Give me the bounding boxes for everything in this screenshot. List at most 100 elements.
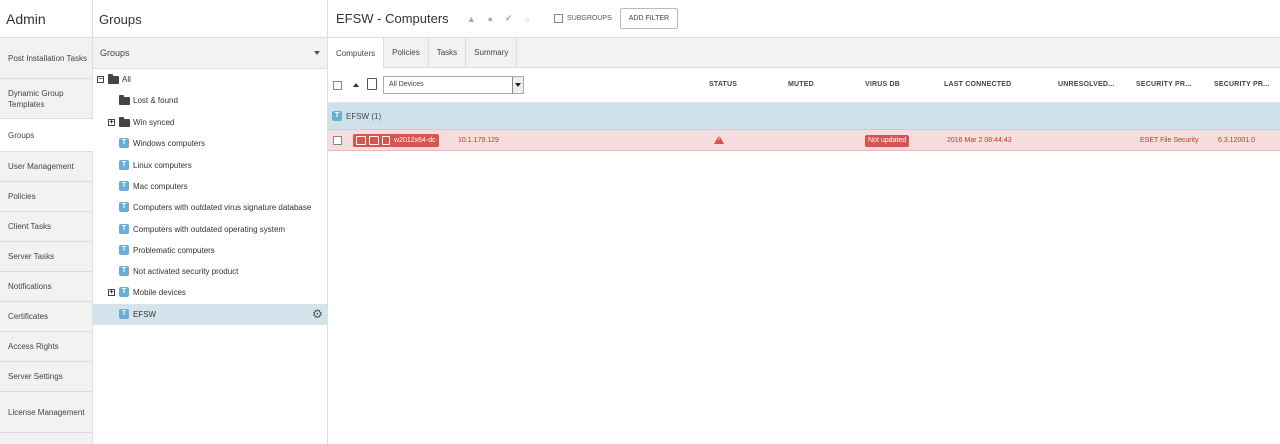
admin-item-dynamic-group-templates[interactable]: Dynamic Group Templates <box>0 79 92 119</box>
main-header: EFSW - Computers ▲ ● ✔ ○ SUBGROUPS ADD F… <box>328 0 1280 38</box>
admin-sidebar: Admin Post Installation Tasks Dynamic Gr… <box>0 0 93 444</box>
ok-filter-icon[interactable]: ✔ <box>505 13 513 24</box>
device-filter-select[interactable]: All Devices <box>383 76 524 94</box>
expand-icon[interactable]: + <box>108 119 115 126</box>
column-muted[interactable]: MUTED <box>788 81 814 88</box>
tree-node-label: All <box>122 75 131 84</box>
tree-node-lost-found[interactable]: Lost & found <box>93 90 328 111</box>
security-version-value: 6.3.12001.0 <box>1218 137 1255 144</box>
none-filter-icon[interactable]: ○ <box>525 14 530 24</box>
tree-node-label: EFSW <box>133 310 157 319</box>
page-title: EFSW - Computers <box>336 11 449 26</box>
tree-node-label: Mac computers <box>133 182 188 191</box>
group-row-label: EFSW (1) <box>346 111 382 121</box>
folder-icon <box>119 117 130 127</box>
tree-node-outdated-virus-db[interactable]: T Computers with outdated virus signatur… <box>93 197 328 218</box>
admin-item-groups[interactable]: Groups <box>0 119 93 152</box>
admin-item-certificates[interactable]: Certificates <box>0 302 92 332</box>
dynamic-group-icon: T <box>119 160 129 170</box>
column-security-product[interactable]: SECURITY PR... <box>1136 81 1192 88</box>
last-connected-value: 2016 Mar 2 08:44:43 <box>947 137 1012 144</box>
dynamic-group-icon: T <box>119 181 129 191</box>
device-type-icon[interactable] <box>367 78 377 90</box>
subgroups-toggle[interactable]: SUBGROUPS <box>554 14 612 23</box>
admin-item-access-rights[interactable]: Access Rights <box>0 332 92 362</box>
admin-item-policies[interactable]: Policies <box>0 182 92 212</box>
groups-tree-header-label: Groups <box>100 48 130 58</box>
dynamic-group-icon: T <box>119 266 129 276</box>
groups-panel: Groups Groups − All Lost & found + Win s… <box>93 0 328 444</box>
dynamic-group-icon: T <box>119 287 129 297</box>
info-filter-icon[interactable]: ● <box>488 14 493 24</box>
virus-db-badge: Not updated <box>865 135 910 147</box>
tree-node-label: Linux computers <box>133 161 192 170</box>
caret-down-icon[interactable] <box>314 51 320 55</box>
tree-node-windows-computers[interactable]: T Windows computers <box>93 133 328 154</box>
folder-icon <box>108 74 119 84</box>
tree-node-label: Mobile devices <box>133 288 186 297</box>
subgroups-label: SUBGROUPS <box>567 15 612 22</box>
tree-node-efsw[interactable]: T EFSW ⚙ <box>93 304 328 325</box>
tab-bar: Computers Policies Tasks Summary <box>328 38 1280 68</box>
expand-icon[interactable]: + <box>108 289 115 296</box>
row-checkbox[interactable] <box>333 136 342 145</box>
tree-node-label: Problematic computers <box>133 246 215 255</box>
admin-title: Admin <box>0 0 92 38</box>
chevron-down-icon[interactable] <box>512 77 523 93</box>
tree-node-label: Not activated security product <box>133 267 239 276</box>
tab-summary[interactable]: Summary <box>466 38 518 67</box>
tab-computers[interactable]: Computers <box>328 38 385 68</box>
add-filter-button[interactable]: ADD FILTER <box>619 8 679 29</box>
warning-icon <box>714 135 724 144</box>
column-unresolved[interactable]: UNRESOLVED... <box>1058 81 1115 88</box>
security-product-value: ESET File Security <box>1140 137 1199 144</box>
table-row[interactable]: w2012x64-dc 10.1.179.129 Not updated 201… <box>328 130 1280 151</box>
column-last-connected[interactable]: LAST CONNECTED <box>944 81 1011 88</box>
dynamic-group-icon: T <box>119 138 129 148</box>
admin-item-server-tasks[interactable]: Server Tasks <box>0 242 92 272</box>
admin-item-user-management[interactable]: User Management <box>0 152 92 182</box>
tree-node-mobile-devices[interactable]: + T Mobile devices <box>93 282 328 303</box>
admin-item-notifications[interactable]: Notifications <box>0 272 92 302</box>
column-security-version[interactable]: SECURITY PR... <box>1214 81 1270 88</box>
server-icon <box>369 136 379 145</box>
dynamic-group-icon: T <box>119 309 129 319</box>
column-status[interactable]: STATUS <box>709 81 737 88</box>
groups-panel-title: Groups <box>93 0 327 38</box>
admin-item-server-settings[interactable]: Server Settings <box>0 362 92 392</box>
main-content: EFSW - Computers ▲ ● ✔ ○ SUBGROUPS ADD F… <box>328 0 1280 444</box>
admin-item-client-tasks[interactable]: Client Tasks <box>0 212 92 242</box>
tree-node-all[interactable]: − All <box>93 69 328 90</box>
sort-ascending-icon[interactable] <box>353 83 359 87</box>
shield-icon <box>356 136 366 145</box>
warning-filter-icon[interactable]: ▲ <box>467 14 476 24</box>
device-badge[interactable]: w2012x64-dc <box>353 134 439 147</box>
dynamic-group-icon: T <box>119 224 129 234</box>
table-header: All Devices STATUS MUTED VIRUS DB LAST C… <box>328 68 1280 103</box>
tree-node-problematic-computers[interactable]: T Problematic computers <box>93 240 328 261</box>
dynamic-group-icon: T <box>119 245 129 255</box>
tree-node-win-synced[interactable]: + Win synced <box>93 112 328 133</box>
tree-node-mac-computers[interactable]: T Mac computers <box>93 176 328 197</box>
subgroups-checkbox[interactable] <box>554 14 564 23</box>
admin-item-license-management[interactable]: License Management <box>0 392 92 433</box>
tree-node-label: Windows computers <box>133 139 206 148</box>
tree-node-linux-computers[interactable]: T Linux computers <box>93 155 328 176</box>
tree-node-not-activated[interactable]: T Not activated security product <box>93 261 328 282</box>
admin-item-post-installation-tasks[interactable]: Post Installation Tasks <box>0 38 92 79</box>
collapse-icon[interactable]: − <box>97 76 104 83</box>
folder-icon <box>119 95 130 105</box>
device-name: w2012x64-dc <box>394 137 436 144</box>
tree-node-outdated-os[interactable]: T Computers with outdated operating syst… <box>93 219 328 240</box>
tree-node-label: Win synced <box>133 118 175 127</box>
gear-icon[interactable]: ⚙ <box>312 308 323 320</box>
group-row-efsw[interactable]: T EFSW (1) <box>328 103 1280 130</box>
tab-policies[interactable]: Policies <box>384 38 429 67</box>
select-all-checkbox[interactable] <box>333 81 342 90</box>
dynamic-group-icon: T <box>119 202 129 212</box>
groups-tree-header[interactable]: Groups <box>93 38 327 69</box>
tree-node-label: Computers with outdated operating system <box>133 225 286 234</box>
dynamic-group-icon: T <box>332 111 342 121</box>
tab-tasks[interactable]: Tasks <box>429 38 467 67</box>
column-virus-db[interactable]: VIRUS DB <box>865 81 900 88</box>
